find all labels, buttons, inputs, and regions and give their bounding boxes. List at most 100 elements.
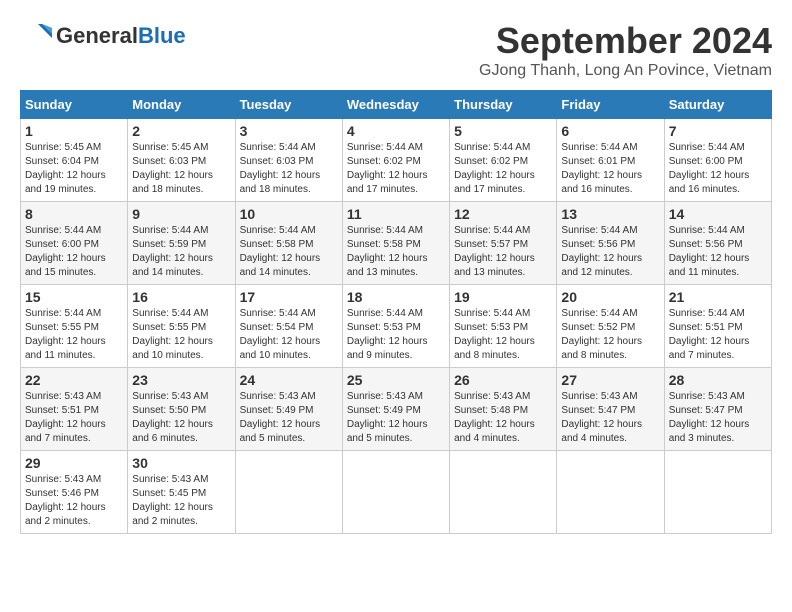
col-tuesday: Tuesday: [235, 91, 342, 119]
col-thursday: Thursday: [450, 91, 557, 119]
col-sunday: Sunday: [21, 91, 128, 119]
day-number: 5: [454, 123, 552, 139]
day-info: Sunrise: 5:44 AMSunset: 5:58 PMDaylight:…: [240, 225, 321, 278]
calendar-cell: [235, 451, 342, 534]
col-friday: Friday: [557, 91, 664, 119]
day-info: Sunrise: 5:43 AMSunset: 5:51 PMDaylight:…: [25, 391, 106, 444]
day-info: Sunrise: 5:44 AMSunset: 5:58 PMDaylight:…: [347, 225, 428, 278]
day-info: Sunrise: 5:44 AMSunset: 5:57 PMDaylight:…: [454, 225, 535, 278]
day-info: Sunrise: 5:44 AMSunset: 6:00 PMDaylight:…: [25, 225, 106, 278]
day-number: 27: [561, 372, 659, 388]
day-number: 18: [347, 289, 445, 305]
day-info: Sunrise: 5:45 AMSunset: 6:03 PMDaylight:…: [132, 142, 213, 195]
calendar-cell: 30 Sunrise: 5:43 AMSunset: 5:45 PMDaylig…: [128, 451, 235, 534]
calendar-cell: 1 Sunrise: 5:45 AMSunset: 6:04 PMDayligh…: [21, 119, 128, 202]
calendar-cell: 20 Sunrise: 5:44 AMSunset: 5:52 PMDaylig…: [557, 285, 664, 368]
calendar-cell: 26 Sunrise: 5:43 AMSunset: 5:48 PMDaylig…: [450, 368, 557, 451]
logo-icon: [20, 20, 52, 52]
logo-text: GeneralBlue: [56, 25, 186, 47]
calendar-cell: 17 Sunrise: 5:44 AMSunset: 5:54 PMDaylig…: [235, 285, 342, 368]
day-number: 29: [25, 455, 123, 471]
calendar-table: Sunday Monday Tuesday Wednesday Thursday…: [20, 90, 772, 534]
calendar-cell: 7 Sunrise: 5:44 AMSunset: 6:00 PMDayligh…: [664, 119, 771, 202]
day-info: Sunrise: 5:44 AMSunset: 5:51 PMDaylight:…: [669, 308, 750, 361]
day-info: Sunrise: 5:43 AMSunset: 5:50 PMDaylight:…: [132, 391, 213, 444]
day-info: Sunrise: 5:44 AMSunset: 5:55 PMDaylight:…: [132, 308, 213, 361]
calendar-cell: 5 Sunrise: 5:44 AMSunset: 6:02 PMDayligh…: [450, 119, 557, 202]
calendar-cell: 23 Sunrise: 5:43 AMSunset: 5:50 PMDaylig…: [128, 368, 235, 451]
calendar-cell: 8 Sunrise: 5:44 AMSunset: 6:00 PMDayligh…: [21, 202, 128, 285]
calendar-cell: 13 Sunrise: 5:44 AMSunset: 5:56 PMDaylig…: [557, 202, 664, 285]
day-info: Sunrise: 5:43 AMSunset: 5:49 PMDaylight:…: [240, 391, 321, 444]
day-number: 26: [454, 372, 552, 388]
day-info: Sunrise: 5:44 AMSunset: 5:59 PMDaylight:…: [132, 225, 213, 278]
day-number: 13: [561, 206, 659, 222]
calendar-cell: 21 Sunrise: 5:44 AMSunset: 5:51 PMDaylig…: [664, 285, 771, 368]
day-number: 8: [25, 206, 123, 222]
calendar-row: 8 Sunrise: 5:44 AMSunset: 6:00 PMDayligh…: [21, 202, 772, 285]
day-info: Sunrise: 5:44 AMSunset: 6:02 PMDaylight:…: [347, 142, 428, 195]
calendar-cell: 2 Sunrise: 5:45 AMSunset: 6:03 PMDayligh…: [128, 119, 235, 202]
day-number: 10: [240, 206, 338, 222]
day-number: 4: [347, 123, 445, 139]
day-number: 30: [132, 455, 230, 471]
day-info: Sunrise: 5:44 AMSunset: 5:55 PMDaylight:…: [25, 308, 106, 361]
location-title: GJong Thanh, Long An Povince, Vietnam: [479, 62, 772, 80]
day-info: Sunrise: 5:44 AMSunset: 6:00 PMDaylight:…: [669, 142, 750, 195]
calendar-cell: 25 Sunrise: 5:43 AMSunset: 5:49 PMDaylig…: [342, 368, 449, 451]
calendar-cell: 12 Sunrise: 5:44 AMSunset: 5:57 PMDaylig…: [450, 202, 557, 285]
day-number: 19: [454, 289, 552, 305]
logo: GeneralBlue: [20, 20, 186, 52]
header-row: Sunday Monday Tuesday Wednesday Thursday…: [21, 91, 772, 119]
col-monday: Monday: [128, 91, 235, 119]
day-info: Sunrise: 5:43 AMSunset: 5:47 PMDaylight:…: [669, 391, 750, 444]
calendar-cell: [664, 451, 771, 534]
day-number: 23: [132, 372, 230, 388]
day-info: Sunrise: 5:44 AMSunset: 5:54 PMDaylight:…: [240, 308, 321, 361]
day-number: 15: [25, 289, 123, 305]
day-number: 22: [25, 372, 123, 388]
day-info: Sunrise: 5:43 AMSunset: 5:45 PMDaylight:…: [132, 474, 213, 527]
calendar-cell: 15 Sunrise: 5:44 AMSunset: 5:55 PMDaylig…: [21, 285, 128, 368]
title-area: September 2024 GJong Thanh, Long An Povi…: [479, 20, 772, 80]
calendar-cell: 3 Sunrise: 5:44 AMSunset: 6:03 PMDayligh…: [235, 119, 342, 202]
calendar-cell: [450, 451, 557, 534]
calendar-cell: 10 Sunrise: 5:44 AMSunset: 5:58 PMDaylig…: [235, 202, 342, 285]
calendar-cell: [557, 451, 664, 534]
calendar-row: 15 Sunrise: 5:44 AMSunset: 5:55 PMDaylig…: [21, 285, 772, 368]
day-info: Sunrise: 5:44 AMSunset: 5:56 PMDaylight:…: [561, 225, 642, 278]
day-number: 3: [240, 123, 338, 139]
calendar-cell: 28 Sunrise: 5:43 AMSunset: 5:47 PMDaylig…: [664, 368, 771, 451]
day-number: 2: [132, 123, 230, 139]
day-info: Sunrise: 5:45 AMSunset: 6:04 PMDaylight:…: [25, 142, 106, 195]
calendar-cell: 18 Sunrise: 5:44 AMSunset: 5:53 PMDaylig…: [342, 285, 449, 368]
calendar-cell: 14 Sunrise: 5:44 AMSunset: 5:56 PMDaylig…: [664, 202, 771, 285]
day-number: 9: [132, 206, 230, 222]
day-number: 14: [669, 206, 767, 222]
header: GeneralBlue September 2024 GJong Thanh, …: [20, 20, 772, 80]
day-info: Sunrise: 5:44 AMSunset: 5:52 PMDaylight:…: [561, 308, 642, 361]
day-info: Sunrise: 5:44 AMSunset: 5:53 PMDaylight:…: [347, 308, 428, 361]
calendar-row: 29 Sunrise: 5:43 AMSunset: 5:46 PMDaylig…: [21, 451, 772, 534]
month-title: September 2024: [479, 20, 772, 62]
day-number: 24: [240, 372, 338, 388]
calendar-cell: 6 Sunrise: 5:44 AMSunset: 6:01 PMDayligh…: [557, 119, 664, 202]
day-number: 6: [561, 123, 659, 139]
day-number: 1: [25, 123, 123, 139]
calendar-row: 22 Sunrise: 5:43 AMSunset: 5:51 PMDaylig…: [21, 368, 772, 451]
day-number: 21: [669, 289, 767, 305]
day-info: Sunrise: 5:44 AMSunset: 5:53 PMDaylight:…: [454, 308, 535, 361]
calendar-cell: 19 Sunrise: 5:44 AMSunset: 5:53 PMDaylig…: [450, 285, 557, 368]
day-info: Sunrise: 5:44 AMSunset: 6:02 PMDaylight:…: [454, 142, 535, 195]
day-number: 28: [669, 372, 767, 388]
day-info: Sunrise: 5:44 AMSunset: 6:03 PMDaylight:…: [240, 142, 321, 195]
day-info: Sunrise: 5:44 AMSunset: 5:56 PMDaylight:…: [669, 225, 750, 278]
calendar-row: 1 Sunrise: 5:45 AMSunset: 6:04 PMDayligh…: [21, 119, 772, 202]
day-number: 12: [454, 206, 552, 222]
calendar-cell: 9 Sunrise: 5:44 AMSunset: 5:59 PMDayligh…: [128, 202, 235, 285]
day-number: 25: [347, 372, 445, 388]
day-number: 16: [132, 289, 230, 305]
day-number: 17: [240, 289, 338, 305]
calendar-cell: 22 Sunrise: 5:43 AMSunset: 5:51 PMDaylig…: [21, 368, 128, 451]
day-number: 7: [669, 123, 767, 139]
